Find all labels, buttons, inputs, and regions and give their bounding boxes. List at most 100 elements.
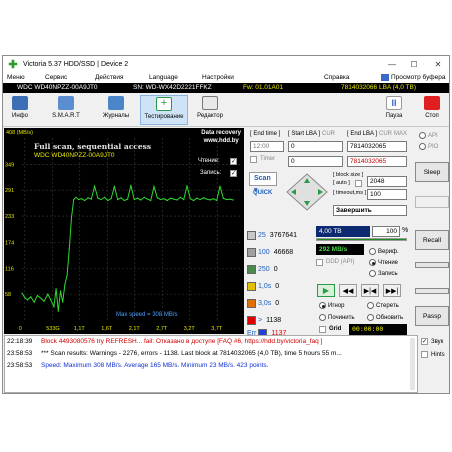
y-tick-label: 233	[5, 214, 14, 220]
end-button[interactable]: ▶▶|	[383, 284, 401, 297]
tab-testing[interactable]: + Тестирование	[140, 95, 188, 125]
speed-point	[70, 216, 73, 219]
grid-checkbox[interactable]	[319, 326, 326, 333]
menu-item-settings[interactable]: Настройки	[202, 74, 234, 81]
verify-label: Вериф.	[378, 248, 399, 255]
test-controls: [ End time ] 12:00 Timer [ Start LBA ] C…	[247, 128, 409, 338]
brand-box: Data recovery www.hdd.by	[201, 129, 241, 145]
menu-item-help[interactable]: Справка	[324, 74, 350, 81]
event-log: 22:18:39 Block 4493080576 try REFRESH... …	[4, 335, 418, 393]
close-button[interactable]: ✕	[427, 56, 449, 72]
ddd-api-checkbox[interactable]	[316, 259, 323, 266]
speed-point	[80, 198, 82, 200]
progress-fill	[317, 239, 406, 240]
menu-item-menu[interactable]: Меню	[7, 74, 25, 81]
start-lba-field[interactable]: 0	[288, 141, 343, 152]
menu-bar: Меню Сервис Действия Language Настройки …	[3, 72, 449, 83]
log-scrollbar[interactable]	[410, 338, 415, 390]
drive-firmware: Fw: 01.01A01	[243, 84, 284, 91]
minimize-button[interactable]: —	[381, 56, 403, 72]
pio-radio[interactable]: PIO	[419, 143, 438, 150]
write-legend-checkbox[interactable]: ✓	[230, 170, 237, 177]
menu-item-buffer-view[interactable]: Просмотр буфера	[391, 74, 445, 81]
speed-point	[133, 198, 135, 201]
speed-point	[232, 199, 234, 201]
tab-editor[interactable]: Редактор	[193, 95, 227, 125]
speed-point	[143, 196, 145, 198]
tab-smart-label: S.M.A.R.T	[52, 113, 80, 119]
sector-label: 3,0s	[258, 299, 272, 307]
speed-point	[229, 198, 231, 200]
api-radio[interactable]: API	[419, 132, 438, 139]
finish-action-select[interactable]: Завершить	[333, 205, 407, 216]
speed-point	[68, 248, 70, 250]
speed-point	[173, 198, 175, 200]
verify-radio[interactable]: Вериф.	[369, 248, 399, 255]
drive-serial: SN: WD-WX42D2221FFKZ	[133, 84, 212, 91]
tab-smart[interactable]: S.M.A.R.T	[47, 95, 85, 125]
speed-point	[212, 198, 214, 200]
read-legend-checkbox[interactable]: ✓	[230, 158, 237, 165]
end-lba-max: MAX	[394, 131, 408, 137]
sleep-button[interactable]: Sleep	[415, 162, 449, 182]
log-row: 23:58:53 *** Scan results: Warnings - 227…	[7, 350, 342, 361]
quick-button[interactable]: QUICK	[253, 190, 272, 196]
end-lba-cur: CUR	[379, 131, 392, 137]
log-time: 23:58:53	[7, 362, 33, 369]
speed-point	[156, 197, 158, 199]
sector-row: 100 46668	[247, 245, 293, 259]
skip-button[interactable]: ▶|◀	[361, 284, 379, 297]
block-size-select[interactable]: 2048	[367, 176, 407, 187]
tab-info-label: Инфо	[12, 113, 28, 119]
recall-button[interactable]: Recall	[415, 230, 449, 250]
hints-checkbox[interactable]	[421, 351, 428, 358]
toolbar: Инфо S.M.A.R.T Журналы + Тестирование Ре…	[3, 93, 449, 127]
speed-point	[186, 185, 188, 187]
timer-checkbox[interactable]	[250, 156, 257, 163]
repair-radio[interactable]: Починить	[319, 314, 355, 321]
auto-checkbox[interactable]	[355, 180, 362, 187]
read-radio[interactable]: Чтение	[369, 259, 398, 266]
pause-button[interactable]: II Пауза	[381, 95, 407, 125]
stop-button[interactable]: Стоп	[419, 95, 445, 125]
end-lba-current[interactable]: 7814032065	[347, 156, 407, 167]
write-radio[interactable]: Запись	[369, 270, 398, 277]
timer-field[interactable]: 0	[288, 156, 343, 167]
progress-percent: 100	[372, 226, 400, 237]
victoria-window: ✚ Victoria 5.37 HDD/SSD | Device 2 — ☐ ✕…	[2, 55, 450, 394]
ddd-api-label: DDD (API)	[326, 259, 355, 265]
speed-point	[199, 198, 201, 201]
log-time: 22:18:39	[7, 338, 33, 345]
passp-button[interactable]: Passp	[415, 306, 449, 326]
rewind-button[interactable]: ◀◀	[339, 284, 357, 297]
menu-item-actions[interactable]: Действия	[95, 74, 123, 81]
grid-timer: 00:00:00	[349, 324, 407, 335]
speed-point	[183, 198, 185, 201]
tab-info[interactable]: Инфо	[7, 95, 33, 125]
end-time-field[interactable]: 12:00	[250, 141, 284, 152]
menu-item-language[interactable]: Language	[149, 74, 178, 81]
graph-model: WDC WD40NPZZ-00A9JT0	[34, 152, 115, 159]
log-row: 22:18:39 Block 4493080576 try REFRESH... …	[7, 338, 322, 349]
speed-point	[53, 306, 55, 308]
radio-dot	[369, 248, 376, 255]
end-lba-field[interactable]: 7814032065	[347, 141, 407, 152]
sound-checkbox[interactable]: ✓	[421, 338, 428, 345]
radio-dot	[369, 270, 376, 277]
ignore-radio[interactable]: Игнор	[319, 302, 345, 309]
tab-logs[interactable]: Журналы	[99, 95, 133, 125]
play-button[interactable]: ▶	[317, 284, 335, 297]
menu-item-service[interactable]: Сервис	[45, 74, 67, 81]
erase-radio[interactable]: Стереть	[367, 302, 399, 309]
speed-point	[78, 198, 80, 201]
scan-mode-button[interactable]: Scan ▾	[249, 172, 277, 194]
timeout-label: [ timeout,ms ]	[333, 190, 367, 196]
brand-line-1: Data recovery	[201, 130, 241, 136]
seek-navigator-icon[interactable]	[285, 172, 329, 212]
speed-point	[130, 184, 132, 186]
maximize-button[interactable]: ☐	[403, 56, 425, 72]
side-separator	[415, 288, 449, 294]
update-radio[interactable]: Обновить	[367, 314, 403, 321]
timeout-select[interactable]: 100	[367, 189, 407, 200]
radio-dot	[419, 143, 426, 150]
